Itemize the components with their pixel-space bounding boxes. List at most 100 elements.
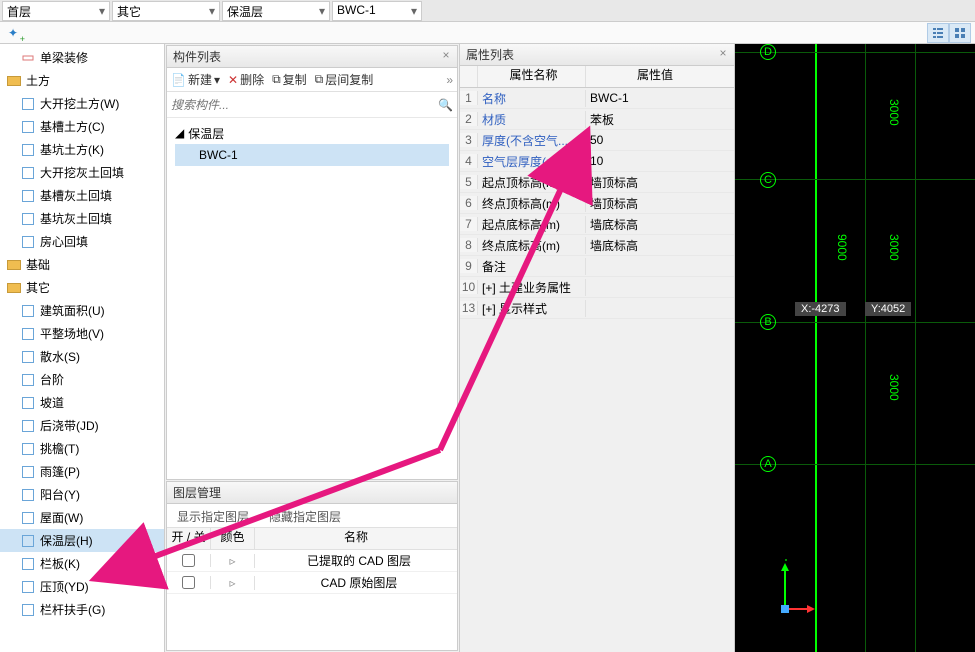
tree-label: 台阶 xyxy=(40,371,64,388)
expand-icon[interactable]: [+] xyxy=(482,281,499,295)
tree-item[interactable]: 基坑土方(K) xyxy=(0,138,164,161)
component-search-input[interactable] xyxy=(171,98,438,112)
prop-num: 1 xyxy=(460,91,478,105)
tree-label: 栏杆扶手(G) xyxy=(40,601,105,618)
layer-checkbox[interactable] xyxy=(182,554,195,567)
component-select[interactable]: BWC-1 xyxy=(332,1,422,21)
prop-col-name: 属性名称 xyxy=(478,66,586,87)
search-icon[interactable]: 🔍 xyxy=(438,98,453,112)
tree-item[interactable]: 坡道 xyxy=(0,391,164,414)
prop-value[interactable]: 苯板 xyxy=(586,111,720,128)
prop-value[interactable]: 10 xyxy=(586,154,720,168)
prop-row[interactable]: 2材质苯板 xyxy=(460,109,734,130)
tree-item[interactable]: 压顶(YD) xyxy=(0,575,164,598)
add-icon[interactable]: ✦+ xyxy=(4,24,22,42)
tree-item[interactable]: 基槽土方(C) xyxy=(0,115,164,138)
tree-item[interactable]: 挑檐(T) xyxy=(0,437,164,460)
toolbar-overflow[interactable]: » xyxy=(446,73,453,87)
axis-label-d: D xyxy=(760,44,776,60)
floor-copy-icon: ⧉ xyxy=(315,72,324,87)
layer-tab-hide[interactable]: 隐藏指定图层 xyxy=(259,504,351,527)
prop-row[interactable]: 9备注 xyxy=(460,256,734,277)
tree-item[interactable]: 房心回填 xyxy=(0,230,164,253)
tree-item[interactable]: 大开挖土方(W) xyxy=(0,92,164,115)
category-tree[interactable]: 单梁装修 土方 大开挖土方(W) 基槽土方(C) 基坑土方(K) 大开挖灰土回填… xyxy=(0,44,165,652)
tree-item[interactable]: 屋面(W) xyxy=(0,506,164,529)
prop-key: 终点顶标高(m) xyxy=(478,195,586,212)
delete-button[interactable]: ✕删除 xyxy=(228,71,264,88)
tree-item[interactable]: 台阶 xyxy=(0,368,164,391)
tree-item[interactable]: 基坑灰土回填 xyxy=(0,207,164,230)
dimension: 9000 xyxy=(835,234,849,261)
floor-copy-button[interactable]: ⧉层间复制 xyxy=(315,71,374,88)
prop-key: 起点底标高(m) xyxy=(478,216,586,233)
component-toolbar: 📄新建▾ ✕删除 ⧉复制 ⧉层间复制 » xyxy=(167,68,457,92)
layer-checkbox[interactable] xyxy=(182,576,195,589)
layer-name: 已提取的 CAD 图层 xyxy=(255,552,457,569)
prop-row[interactable]: 8终点底标高(m)墙底标高 xyxy=(460,235,734,256)
list-view-button[interactable] xyxy=(927,23,949,43)
close-icon[interactable]: × xyxy=(439,49,453,63)
tree-item[interactable]: 散水(S) xyxy=(0,345,164,368)
tree-item[interactable]: 建筑面积(U) xyxy=(0,299,164,322)
prop-value[interactable]: 墙顶标高 xyxy=(586,174,720,191)
copy-button[interactable]: ⧉复制 xyxy=(272,71,307,88)
prop-row[interactable]: 4空气层厚度(mm)10 xyxy=(460,151,734,172)
tree-group[interactable]: 土方 xyxy=(0,69,164,92)
prop-row[interactable]: 10[+] 土建业务属性 xyxy=(460,277,734,298)
tree-item[interactable]: 雨篷(P) xyxy=(0,460,164,483)
close-icon[interactable]: × xyxy=(716,47,730,61)
tree-item[interactable]: 栏杆扶手(G) xyxy=(0,598,164,621)
component-tree-parent[interactable]: ◢保温层 xyxy=(175,122,449,144)
prop-num: 2 xyxy=(460,112,478,126)
new-button[interactable]: 📄新建▾ xyxy=(171,71,220,88)
prop-value[interactable]: 墙顶标高 xyxy=(586,195,720,212)
prop-row[interactable]: 3厚度(不含空气...50 xyxy=(460,130,734,151)
floor-select[interactable]: 首层 xyxy=(2,1,110,21)
expand-icon[interactable]: [+] xyxy=(482,302,499,316)
expand-icon[interactable]: ▹ xyxy=(229,576,235,590)
tree-item[interactable]: 单梁装修 xyxy=(0,46,164,69)
tree-label: 雨篷(P) xyxy=(40,463,80,480)
prop-value[interactable]: 墙底标高 xyxy=(586,216,720,233)
prop-num: 8 xyxy=(460,238,478,252)
svg-text:Y: Y xyxy=(782,559,790,564)
drawing-canvas[interactable]: D C B A 3000 9000 3000 3000 X:-4273 Y:40… xyxy=(735,44,975,652)
item-icon xyxy=(20,165,36,181)
prop-key: [+] 显示样式 xyxy=(478,300,586,317)
prop-row[interactable]: 7起点底标高(m)墙底标高 xyxy=(460,214,734,235)
prop-row[interactable]: 5起点顶标高(m)墙顶标高 xyxy=(460,172,734,193)
prop-value[interactable]: 50 xyxy=(586,133,720,147)
layer-tab-show[interactable]: 显示指定图层 xyxy=(167,504,259,527)
tree-item[interactable]: 后浇带(JD) xyxy=(0,414,164,437)
icon-bar: ✦+ xyxy=(0,22,975,44)
layer-row[interactable]: ▹ CAD 原始图层 xyxy=(167,572,457,594)
prop-row[interactable]: 1名称BWC-1 xyxy=(460,88,734,109)
tree-item[interactable]: 平整场地(V) xyxy=(0,322,164,345)
component-list-panel: 构件列表× 📄新建▾ ✕删除 ⧉复制 ⧉层间复制 » 🔍 ◢保温层 BWC-1 xyxy=(166,45,458,480)
tree-label: 挑檐(T) xyxy=(40,440,79,457)
grid-view-button[interactable] xyxy=(949,23,971,43)
tree-group[interactable]: 基础 xyxy=(0,253,164,276)
layer-row[interactable]: ▹ 已提取的 CAD 图层 xyxy=(167,550,457,572)
compass: Y X xyxy=(755,559,815,622)
prop-key: 名称 xyxy=(478,90,586,107)
item-icon xyxy=(20,234,36,250)
prop-num: 13 xyxy=(460,301,478,315)
component-tree-item-bwc1[interactable]: BWC-1 xyxy=(175,144,449,166)
tree-item[interactable]: 大开挖灰土回填 xyxy=(0,161,164,184)
expand-icon[interactable]: ▹ xyxy=(229,554,235,568)
prop-value[interactable]: 墙底标高 xyxy=(586,237,720,254)
tree-item-insulation[interactable]: 保温层(H) xyxy=(0,529,164,552)
category-select[interactable]: 其它 xyxy=(112,1,220,21)
prop-value[interactable]: BWC-1 xyxy=(586,91,720,105)
tree-item[interactable]: 阳台(Y) xyxy=(0,483,164,506)
prop-num: 9 xyxy=(460,259,478,273)
prop-row[interactable]: 6终点顶标高(m)墙顶标高 xyxy=(460,193,734,214)
tree-item[interactable]: 栏板(K) xyxy=(0,552,164,575)
tree-group[interactable]: 其它 xyxy=(0,276,164,299)
tree-label: 阳台(Y) xyxy=(40,486,80,503)
tree-item[interactable]: 基槽灰土回填 xyxy=(0,184,164,207)
prop-row[interactable]: 13[+] 显示样式 xyxy=(460,298,734,319)
layer-select[interactable]: 保温层 xyxy=(222,1,330,21)
